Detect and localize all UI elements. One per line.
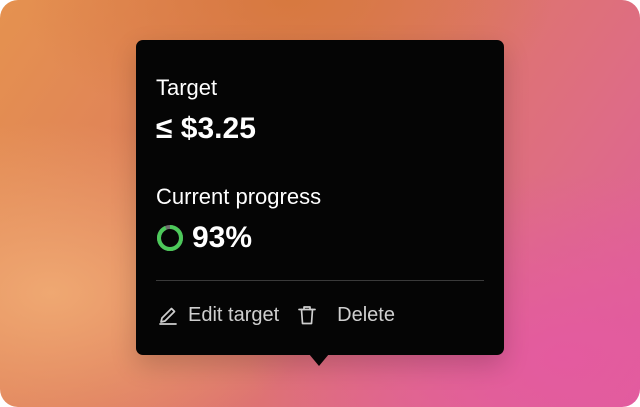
popover-caret xyxy=(309,354,329,366)
progress-label: Current progress xyxy=(156,184,322,209)
divider xyxy=(156,280,484,281)
actions-row: Edit target Delete xyxy=(156,302,395,328)
progress-row: 93% xyxy=(156,222,252,254)
progress-ring-icon xyxy=(157,225,183,251)
target-value: ≤ $3.25 xyxy=(156,112,256,145)
pencil-icon xyxy=(156,303,180,327)
target-popover: Target ≤ $3.25 Current progress 93% Edit… xyxy=(136,40,504,355)
trash-icon xyxy=(295,303,319,327)
delete-label: Delete xyxy=(337,303,395,326)
delete-button[interactable]: Delete xyxy=(295,303,395,327)
edit-target-label: Edit target xyxy=(188,303,280,326)
edit-target-button[interactable]: Edit target xyxy=(156,303,279,327)
progress-value: 93% xyxy=(192,221,253,254)
target-label: Target xyxy=(156,75,218,100)
progress-arc xyxy=(157,225,183,251)
